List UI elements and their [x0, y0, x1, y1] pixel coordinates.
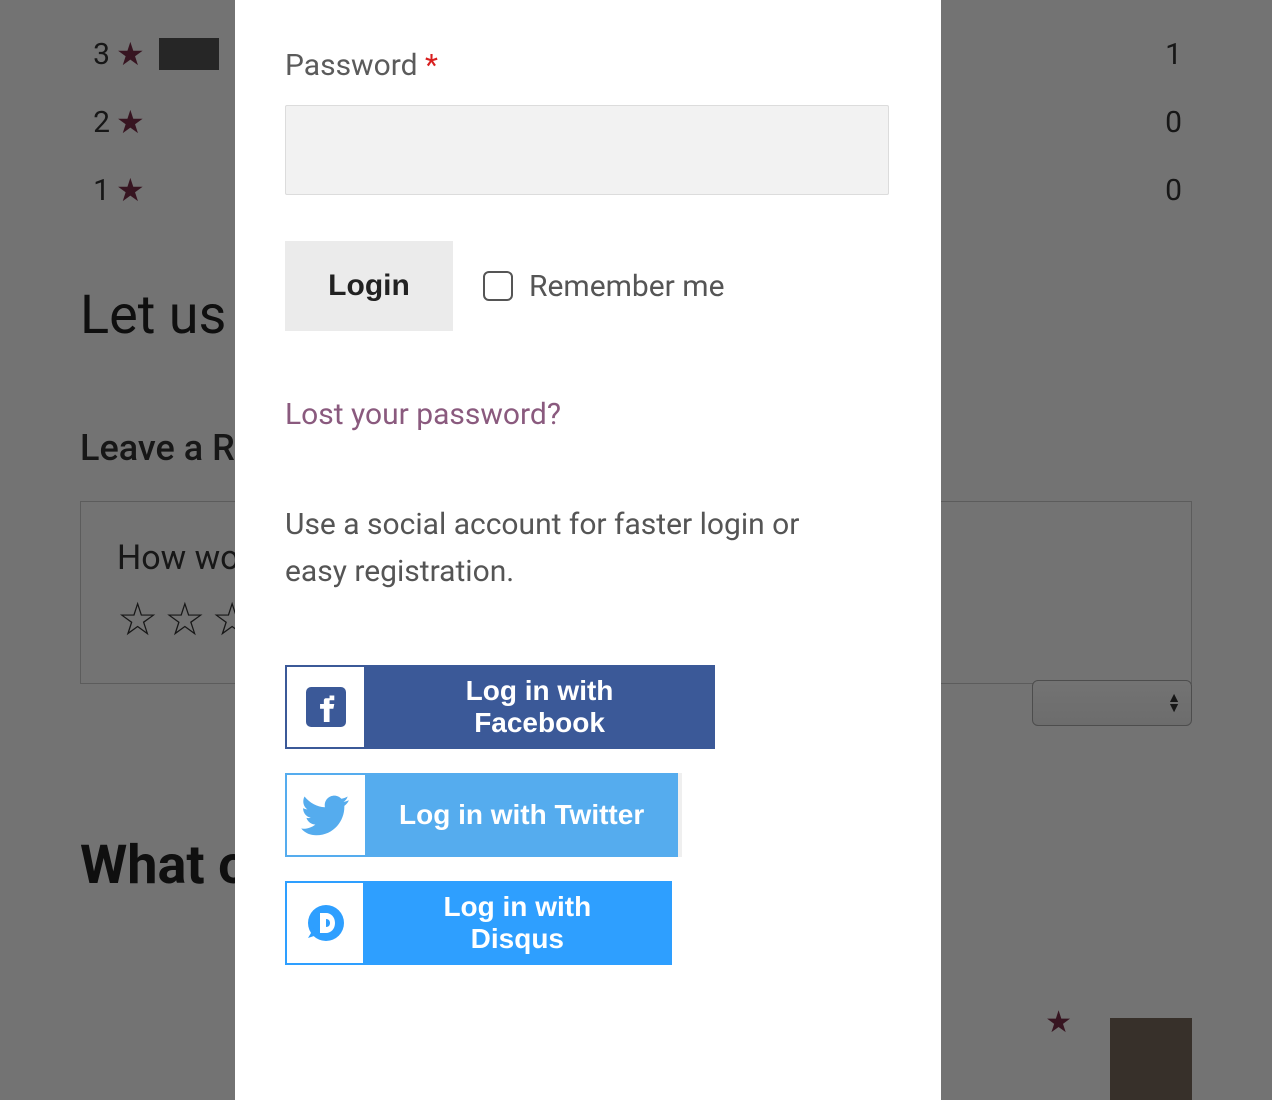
social-button-label: Log in with Facebook: [364, 665, 715, 749]
login-modal: Password * Login Remember me Lost your p…: [235, 0, 941, 1100]
social-login-buttons: Log in with Facebook Log in with Twitter…: [285, 665, 891, 965]
login-with-disqus-button[interactable]: Log in with Disqus: [285, 881, 672, 965]
login-with-facebook-button[interactable]: Log in with Facebook: [285, 665, 715, 749]
twitter-icon: [285, 773, 365, 857]
remember-me-label: Remember me: [529, 269, 725, 304]
facebook-icon: [285, 665, 364, 749]
password-field[interactable]: [285, 105, 889, 195]
remember-me-checkbox[interactable]: Remember me: [483, 269, 725, 304]
social-login-text: Use a social account for faster login or…: [285, 502, 845, 595]
password-label: Password *: [285, 48, 891, 83]
password-label-text: Password: [285, 48, 425, 83]
social-button-label: Log in with Disqus: [363, 881, 672, 965]
disqus-icon: [285, 881, 363, 965]
login-with-twitter-button[interactable]: Log in with Twitter: [285, 773, 682, 857]
required-marker: *: [425, 48, 438, 83]
lost-password-link[interactable]: Lost your password?: [285, 397, 561, 432]
social-button-label: Log in with Twitter: [365, 773, 678, 857]
checkbox-icon: [483, 271, 513, 301]
login-button[interactable]: Login: [285, 241, 453, 331]
